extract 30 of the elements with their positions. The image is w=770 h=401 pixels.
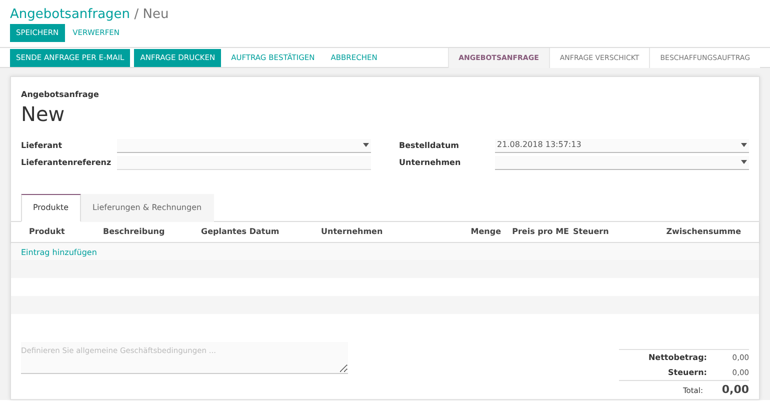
column-header: Zwischensumme — [665, 226, 741, 238]
breadcrumb-separator: / — [134, 7, 139, 22]
record-title: New — [20, 101, 66, 127]
input-field[interactable] — [117, 156, 371, 170]
total-label: Steuern: — [668, 366, 707, 378]
column-header: Geplantes Datum — [201, 226, 280, 238]
column-header: Preis pro ME — [511, 226, 570, 238]
field-label: Lieferantenreferenz — [21, 156, 112, 168]
column-header: Steuern — [573, 226, 610, 238]
dropdown-caret-icon — [363, 143, 369, 147]
field-label: Bestelldatum — [399, 140, 460, 152]
select-field[interactable]: 21.08.2018 13:57:13 — [495, 138, 749, 152]
add-line-link[interactable]: Eintrag hinzufügen — [21, 248, 97, 257]
dropdown-caret-icon — [741, 160, 747, 164]
field-label: Unternehmen — [399, 156, 462, 168]
field-label: Lieferant — [21, 140, 64, 152]
form-subtitle: Angebotsanfrage — [20, 89, 100, 101]
column-header: Produkt — [29, 226, 66, 238]
select-field[interactable] — [495, 156, 749, 170]
dropdown-caret-icon — [741, 143, 747, 147]
column-header: Beschreibung — [103, 226, 166, 238]
select-field[interactable] — [117, 138, 371, 152]
total-value: 0,00 — [720, 382, 749, 398]
tab[interactable]: Produkte — [21, 194, 81, 222]
breadcrumb-link[interactable]: Angebotsanfragen — [10, 7, 130, 22]
column-header: Menge — [470, 226, 501, 238]
breadcrumb-current: Neu — [142, 7, 169, 22]
tab[interactable]: Lieferungen & Rechnungen — [80, 194, 214, 222]
column-header: Unternehmen — [321, 226, 384, 238]
total-label: Nettobetrag: — [648, 352, 707, 364]
